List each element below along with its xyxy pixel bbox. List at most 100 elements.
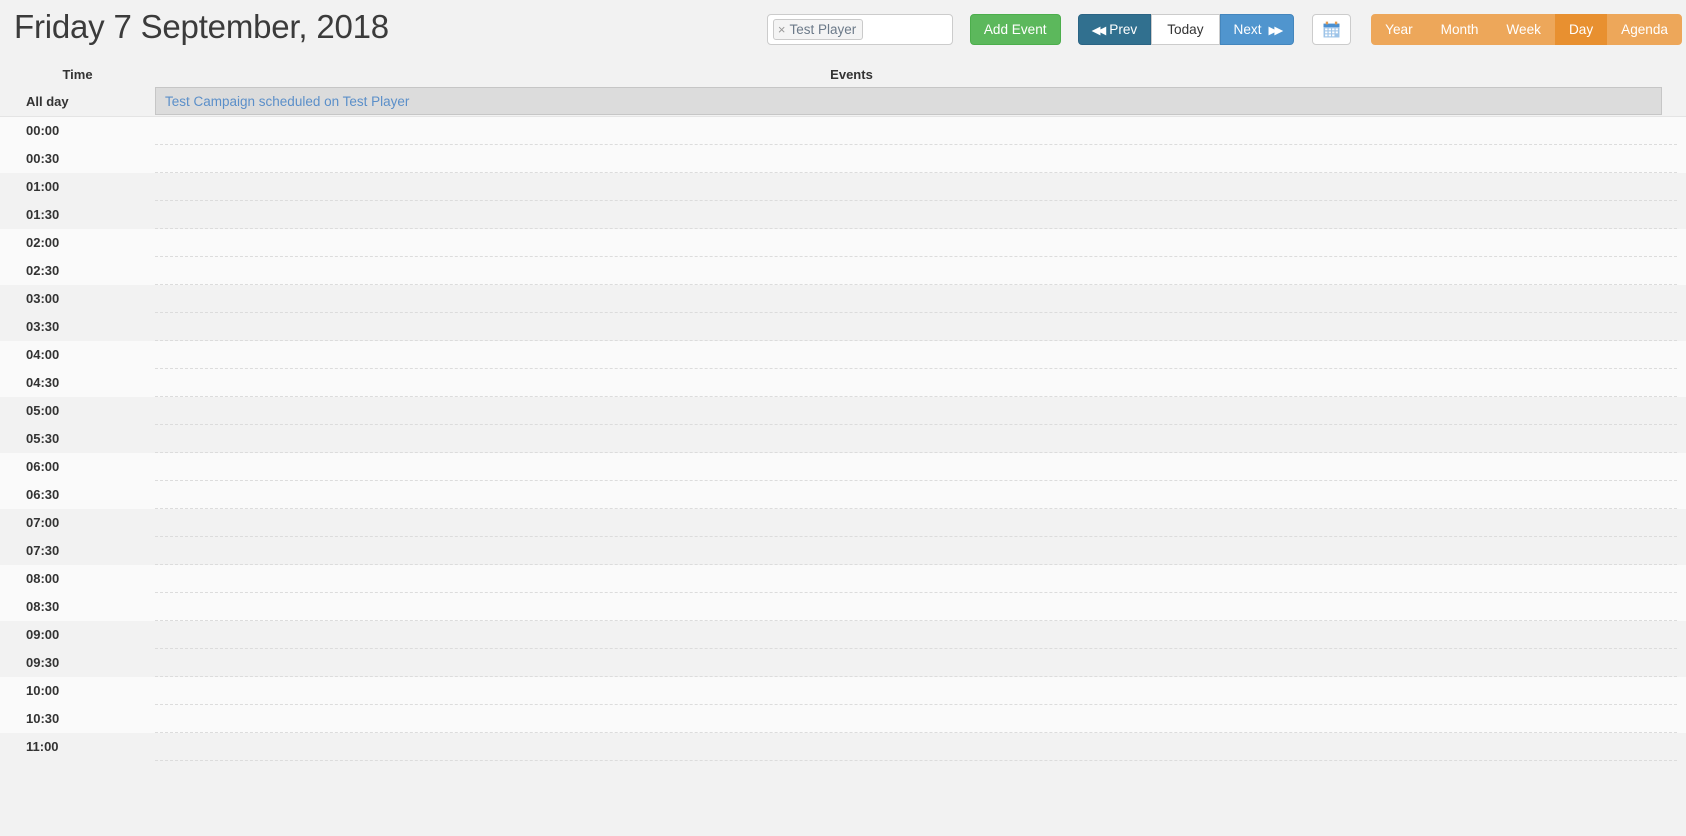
- time-slot-cell[interactable]: [155, 257, 1677, 285]
- time-slot-label: 04:30: [26, 375, 60, 390]
- time-slot-cell[interactable]: [155, 313, 1677, 341]
- time-slot-cell[interactable]: [155, 705, 1677, 733]
- time-slot-row[interactable]: 01:30: [0, 201, 1686, 229]
- time-slot-row[interactable]: 03:00: [0, 285, 1686, 313]
- time-slot-label: 03:00: [26, 291, 60, 306]
- time-slot-row[interactable]: 04:00: [0, 341, 1686, 369]
- time-slot-label: 06:00: [26, 459, 60, 474]
- time-slot-label: 02:00: [26, 235, 60, 250]
- date-nav-group: ◀◀ Prev Today Next ▶▶: [1077, 14, 1295, 45]
- time-slot-row[interactable]: 10:30: [0, 705, 1686, 733]
- time-slot-row[interactable]: 02:00: [0, 229, 1686, 257]
- prev-label: Prev: [1109, 22, 1138, 37]
- time-slot-cell[interactable]: [155, 341, 1677, 369]
- time-slot-row[interactable]: 01:00: [0, 173, 1686, 201]
- page-title: Friday 7 September, 2018: [14, 8, 389, 45]
- time-slot-label: 09:30: [26, 655, 60, 670]
- time-slot-cell[interactable]: [155, 145, 1677, 173]
- time-slot-row[interactable]: 08:00: [0, 565, 1686, 593]
- time-slot-grid: 00:00 00:30 01:00 01:30 02:00 02:30 03:00 03:30…: [0, 116, 1686, 761]
- time-slot-label: 06:30: [26, 487, 60, 502]
- time-slot-label: 04:00: [26, 347, 60, 362]
- time-slot-cell[interactable]: [155, 649, 1677, 677]
- time-slot-label: 00:30: [26, 151, 60, 166]
- time-slot-cell[interactable]: [155, 425, 1677, 453]
- view-button-agenda[interactable]: Agenda: [1607, 14, 1682, 45]
- time-slot-label: 07:00: [26, 515, 60, 530]
- calendar-day-view: Time Events All day Test Campaign schedu…: [0, 62, 1686, 761]
- time-slot-cell[interactable]: [155, 621, 1677, 649]
- time-slot-cell[interactable]: [155, 201, 1677, 229]
- add-event-button[interactable]: Add Event: [969, 14, 1061, 45]
- next-button[interactable]: Next ▶▶: [1219, 14, 1295, 45]
- time-slot-cell[interactable]: [155, 453, 1677, 481]
- time-slot-cell[interactable]: [155, 117, 1677, 145]
- calendar-column-headers: Time Events: [0, 62, 1686, 86]
- time-slot-cell[interactable]: [155, 481, 1677, 509]
- time-slot-cell[interactable]: [155, 397, 1677, 425]
- time-slot-cell[interactable]: [155, 677, 1677, 705]
- time-slot-row[interactable]: 02:30: [0, 257, 1686, 285]
- time-slot-row[interactable]: 07:00: [0, 509, 1686, 537]
- time-slot-cell[interactable]: [155, 537, 1677, 565]
- time-slot-row[interactable]: 09:30: [0, 649, 1686, 677]
- prev-button[interactable]: ◀◀ Prev: [1077, 14, 1152, 45]
- time-slot-label: 10:30: [26, 711, 60, 726]
- all-day-events-cell[interactable]: Test Campaign scheduled on Test Player: [155, 87, 1662, 115]
- player-select-input[interactable]: × Test Player: [766, 14, 953, 45]
- time-slot-cell[interactable]: [155, 733, 1677, 761]
- time-slot-cell[interactable]: [155, 593, 1677, 621]
- column-header-time: Time: [62, 66, 93, 82]
- time-slot-label: 11:00: [26, 739, 59, 754]
- time-slot-row[interactable]: 06:00: [0, 453, 1686, 481]
- time-slot-label: 10:00: [26, 683, 60, 698]
- time-slot-row[interactable]: 03:30: [0, 313, 1686, 341]
- time-slot-label: 05:30: [26, 431, 60, 446]
- time-slot-cell[interactable]: [155, 369, 1677, 397]
- view-switcher: Year Month Week Day Agenda: [1371, 14, 1682, 45]
- toolbar-controls: × Test Player Add Event ◀◀ Prev Today Nex…: [766, 14, 1682, 45]
- time-slot-label: 07:30: [26, 543, 60, 558]
- next-label: Next: [1233, 22, 1262, 37]
- time-slot-label: 09:00: [26, 627, 60, 642]
- time-slot-label: 05:00: [26, 403, 60, 418]
- view-button-month[interactable]: Month: [1426, 14, 1493, 45]
- time-slot-cell[interactable]: [155, 173, 1677, 201]
- time-slot-label: 01:00: [26, 179, 60, 194]
- time-slot-label: 08:00: [26, 571, 60, 586]
- calendar-toggle-button[interactable]: [1312, 14, 1352, 45]
- all-day-event[interactable]: Test Campaign scheduled on Test Player: [156, 94, 409, 109]
- player-tag[interactable]: × Test Player: [772, 19, 864, 40]
- time-slot-row[interactable]: 08:30: [0, 593, 1686, 621]
- calendar-icon: [1323, 21, 1340, 38]
- all-day-label: All day: [26, 93, 69, 109]
- time-slot-row[interactable]: 09:00: [0, 621, 1686, 649]
- view-button-year[interactable]: Year: [1371, 14, 1427, 45]
- double-chevron-left-icon: ◀◀: [1091, 25, 1107, 37]
- all-day-row: All day Test Campaign scheduled on Test …: [0, 86, 1686, 116]
- time-slot-row[interactable]: 05:30: [0, 425, 1686, 453]
- time-slot-row[interactable]: 00:00: [0, 117, 1686, 145]
- time-slot-label: 03:30: [26, 319, 60, 334]
- view-button-week[interactable]: Week: [1492, 14, 1555, 45]
- remove-tag-icon[interactable]: ×: [778, 23, 786, 36]
- time-slot-row[interactable]: 04:30: [0, 369, 1686, 397]
- player-tag-label: Test Player: [789, 22, 857, 37]
- time-slot-row[interactable]: 05:00: [0, 397, 1686, 425]
- top-toolbar: Friday 7 September, 2018 × Test Player A…: [0, 0, 1686, 62]
- time-slot-row[interactable]: 07:30: [0, 537, 1686, 565]
- time-slot-label: 08:30: [26, 599, 60, 614]
- column-header-events: Events: [830, 66, 873, 82]
- today-button[interactable]: Today: [1151, 14, 1220, 45]
- time-slot-row[interactable]: 00:30: [0, 145, 1686, 173]
- time-slot-cell[interactable]: [155, 229, 1677, 257]
- time-slot-cell[interactable]: [155, 565, 1677, 593]
- time-slot-label: 01:30: [26, 207, 60, 222]
- time-slot-cell[interactable]: [155, 285, 1677, 313]
- time-slot-row[interactable]: 10:00: [0, 677, 1686, 705]
- time-slot-label: 02:30: [26, 263, 60, 278]
- view-button-day[interactable]: Day: [1554, 14, 1608, 45]
- time-slot-cell[interactable]: [155, 509, 1677, 537]
- time-slot-row[interactable]: 11:00: [0, 733, 1686, 761]
- time-slot-row[interactable]: 06:30: [0, 481, 1686, 509]
